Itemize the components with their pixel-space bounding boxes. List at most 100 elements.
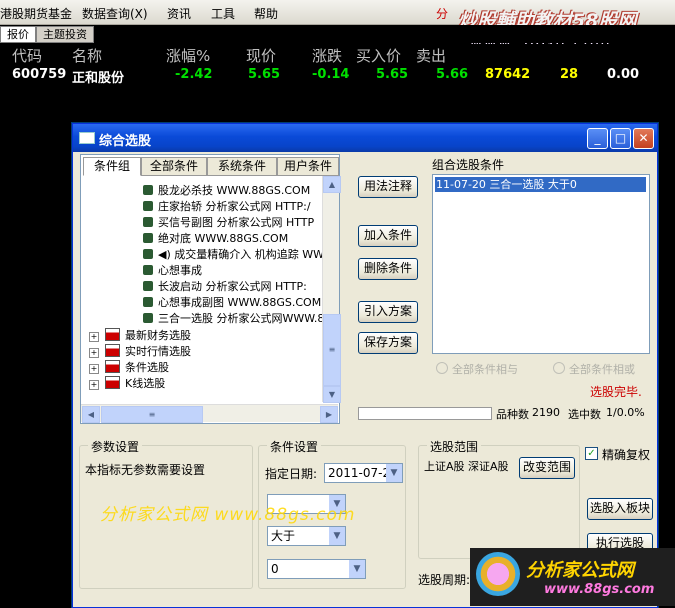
range-title: 选股范围 (427, 438, 482, 455)
expand-icon[interactable]: + (89, 332, 99, 342)
tree-item[interactable]: 长波启动 分析家公式网 HTTP: (143, 278, 307, 294)
tree-horizontal-scrollbar[interactable]: ◀ ≡ ▶ (81, 404, 338, 423)
quote-current: 28 (560, 67, 579, 82)
checkbox-fq[interactable]: ✓ (585, 447, 598, 460)
quote-name: 正和股份 (72, 71, 125, 86)
book-icon (105, 344, 120, 357)
import-plan-button[interactable]: 引入方案 (358, 301, 418, 323)
progress-bar (358, 407, 492, 420)
scroll-right-icon[interactable]: ▶ (320, 406, 338, 423)
tab-all-conditions[interactable]: 全部条件 (141, 157, 207, 176)
tab-theme-invest[interactable]: 主题投资 (36, 26, 94, 43)
dropdown-arrow-icon[interactable]: ▼ (349, 560, 365, 578)
usage-notes-button[interactable]: 用法注释 (358, 176, 418, 198)
tab-user-conditions[interactable]: 用户条件 (277, 157, 339, 176)
formula-icon (143, 281, 153, 291)
date-picker[interactable]: 2011-07-20 ▼ (324, 463, 403, 483)
menu-data-query[interactable]: 数据查询(X) (82, 5, 148, 22)
menu-help[interactable]: 帮助 (254, 5, 278, 22)
condition-tree-panel: 条件组 全部条件 系统条件 用户条件 股龙必杀技 WWW.88GS.COM 庄家… (80, 154, 341, 424)
expand-icon[interactable]: + (89, 348, 99, 358)
stock-filter-dialog: 综合选股 _ □ ✕ 条件组 全部条件 系统条件 用户条件 股龙必杀技 WWW.… (72, 123, 658, 608)
scroll-left-icon[interactable]: ◀ (82, 406, 100, 423)
quote-header: 代码 名称 涨幅% 现价 涨跌 买入价 卖出 (0, 44, 675, 65)
col-change: 涨跌 (312, 47, 343, 65)
value-select[interactable]: 0 ▼ (267, 559, 366, 579)
formula-icon (143, 297, 153, 307)
menu-hk-futures[interactable]: 港股期货基金 (0, 5, 72, 22)
close-icon[interactable]: ✕ (633, 128, 654, 149)
formula-icon (143, 201, 153, 211)
maximize-icon[interactable]: □ (610, 128, 631, 149)
scroll-thumb[interactable]: ≡ (323, 314, 341, 386)
tree-item[interactable]: 股龙必杀技 WWW.88GS.COM (143, 182, 310, 198)
book-icon (105, 360, 120, 373)
delete-condition-button[interactable]: 删除条件 (358, 258, 418, 280)
book-icon (105, 376, 120, 389)
quote-extra: 0.00 (607, 67, 640, 82)
tree-root[interactable]: + 条件选股 (89, 359, 169, 375)
tree-item[interactable]: 心想事成 (143, 262, 202, 278)
expand-icon[interactable]: + (89, 364, 99, 374)
menu-extra[interactable]: 分 (436, 5, 448, 22)
date-label: 指定日期: (265, 467, 318, 481)
menu-news[interactable]: 资讯 (167, 5, 191, 22)
status-text: 选股完毕. (590, 385, 642, 399)
scroll-thumb-h[interactable]: ≡ (101, 406, 203, 423)
change-range-button[interactable]: 改变范围 (519, 457, 575, 479)
tree-root[interactable]: + K线选股 (89, 375, 165, 391)
tab-condition-group[interactable]: 条件组 (83, 157, 141, 176)
tree-root[interactable]: + 最新财务选股 (89, 327, 191, 343)
params-title: 参数设置 (88, 438, 143, 455)
condition-settings-title: 条件设置 (267, 438, 322, 455)
tree-vertical-scrollbar[interactable]: ▲ ≡ ▼ (322, 176, 341, 403)
formula-icon (143, 233, 153, 243)
tree-item[interactable]: ◀) 成交量精确介入 机构追踪 WW (143, 246, 324, 262)
col-code: 代码 (12, 47, 43, 65)
watermark-mid: 分析家公式网 www.88gs.com (100, 505, 356, 525)
range-text: 上证A股 深证A股 (424, 460, 509, 473)
combo-condition-item[interactable]: 11-07-20 三合一选股 大于0 (435, 177, 646, 192)
col-name: 名称 (72, 47, 103, 65)
radio-and[interactable]: 全部条件相与 (436, 361, 518, 377)
period-label: 选股周期: (418, 573, 471, 587)
tree-root[interactable]: + 实时行情选股 (89, 343, 191, 359)
save-plan-button[interactable]: 保存方案 (358, 332, 418, 354)
expand-icon[interactable]: + (89, 380, 99, 390)
scroll-down-icon[interactable]: ▼ (323, 386, 341, 403)
minimize-icon[interactable]: _ (587, 128, 608, 149)
flower-logo-icon (476, 552, 520, 596)
quote-change-pct: -2.42 (175, 67, 213, 82)
formula-icon (143, 313, 153, 323)
quote-ask: 5.66 (436, 67, 469, 82)
dropdown-arrow-icon[interactable]: ▼ (386, 464, 402, 482)
combo-conditions-list[interactable]: 11-07-20 三合一选股 大于0 (432, 174, 650, 354)
radio-circle-icon (553, 362, 565, 374)
tab-system-conditions[interactable]: 系统条件 (207, 157, 277, 176)
add-to-block-button[interactable]: 选股入板块 (587, 498, 653, 520)
tab-strip: 报价 主题投资 (0, 25, 675, 43)
menu-tools[interactable]: 工具 (211, 5, 235, 22)
formula-icon (143, 249, 153, 259)
tree-item-selected[interactable]: 三合一选股 分析家公式网WWW.8 (143, 310, 325, 326)
quote-row[interactable]: 600759 正和股份 -2.42 5.65 -0.14 5.65 5.66 8… (0, 66, 675, 86)
selected-label: 选中数 (568, 408, 601, 421)
selected-value: 1/0.0% (606, 406, 645, 419)
add-condition-button[interactable]: 加入条件 (358, 225, 418, 247)
tree-item[interactable]: 庄家抬轿 分析家公式网 HTTP:/ (143, 198, 311, 214)
dropdown-arrow-icon[interactable]: ▼ (329, 527, 345, 545)
tree-item[interactable]: 绝对底 WWW.88GS.COM (143, 230, 288, 246)
tree-item[interactable]: 心想事成副图 WWW.88GS.COM (143, 294, 321, 310)
radio-or[interactable]: 全部条件相或 (553, 361, 635, 377)
dialog-titlebar[interactable]: 综合选股 _ □ ✕ (73, 124, 657, 152)
scroll-up-icon[interactable]: ▲ (323, 176, 341, 193)
range-group: 选股范围 上证A股 深证A股 改变范围 (418, 438, 580, 559)
fq-label: 精确复权 (602, 448, 651, 462)
quote-change: -0.14 (312, 67, 350, 82)
operator-select[interactable]: 大于 ▼ (267, 526, 346, 546)
quote-code: 600759 (12, 67, 67, 82)
formula-icon (143, 265, 153, 275)
tab-quote[interactable]: 报价 (0, 26, 36, 43)
col-bid: 买入价 (356, 47, 402, 65)
tree-item[interactable]: 买信号副图 分析家公式网 HTTP (143, 214, 314, 230)
